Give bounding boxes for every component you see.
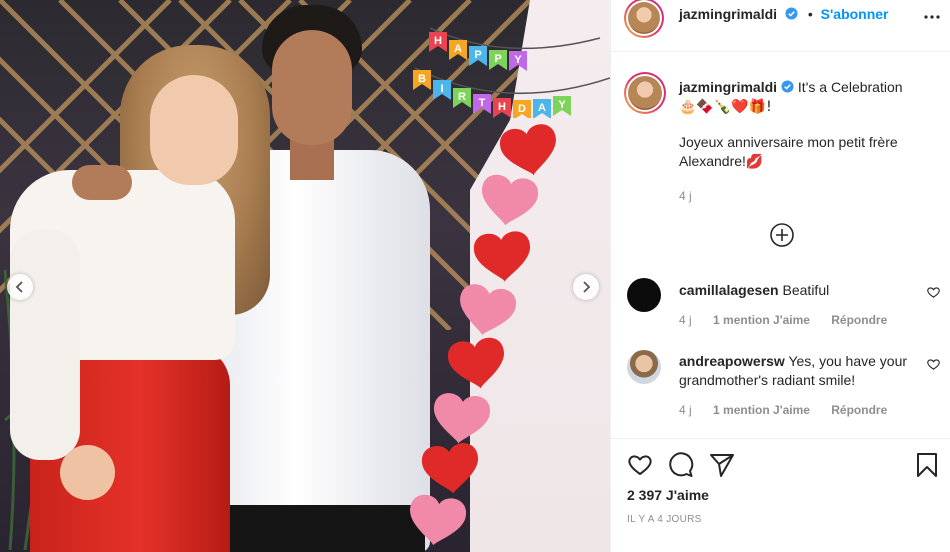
reply-button[interactable]: Répondre: [831, 313, 887, 327]
chevron-left-icon: [15, 281, 23, 293]
banner-letter: Y: [558, 99, 566, 111]
header-user: jazmingrimaldi • S'abonner: [679, 6, 889, 22]
chevron-right-icon: [583, 281, 591, 293]
verified-badge-icon: [785, 7, 798, 20]
previous-photo-button[interactable]: [7, 274, 33, 300]
banner-flag: P: [489, 50, 507, 70]
banner-letter: Y: [514, 54, 522, 66]
banner-flag: R: [453, 88, 471, 108]
banner-flag: H: [429, 32, 447, 52]
comment-text: andreapowersw Yes, you have your grandmo…: [679, 352, 915, 390]
banner-letter: A: [454, 43, 462, 55]
banner-letter: R: [458, 91, 466, 103]
post-photo: HAPPYBIRTHDAY: [0, 0, 610, 552]
banner-letter: H: [434, 35, 442, 47]
comment-username[interactable]: camillalagesen: [679, 282, 779, 298]
reply-button[interactable]: Répondre: [831, 403, 887, 417]
banner-flag: Y: [509, 51, 527, 71]
banner-flag: P: [469, 46, 487, 66]
avatar[interactable]: [628, 2, 660, 34]
comment-time[interactable]: 4 j: [679, 313, 692, 327]
banner-letter: P: [494, 53, 501, 65]
banner-letter: B: [418, 73, 426, 85]
verified-badge-icon: [781, 80, 794, 93]
happy-birthday-banner: HA P P YBIR T H D A Y: [413, 27, 610, 118]
story-ring[interactable]: [624, 0, 664, 38]
comment-body: Beatiful: [782, 282, 830, 298]
post-date[interactable]: IL Y A 4 JOURS: [627, 514, 702, 525]
comment-time[interactable]: 4 j: [679, 403, 692, 417]
more-options-icon[interactable]: [923, 8, 941, 26]
hearts-border: [410, 121, 562, 550]
header-username[interactable]: jazmingrimaldi: [679, 6, 777, 22]
man-pants: [210, 505, 425, 552]
comment-meta: 4 j 1 mention J'aime Répondre: [679, 403, 905, 417]
comment-avatar[interactable]: [627, 278, 661, 312]
banner-letter: P: [474, 49, 481, 61]
comment-username[interactable]: andreapowersw: [679, 353, 785, 369]
banner-flag: Y: [553, 96, 571, 116]
comment-meta: 4 j 1 mention J'aime Répondre: [679, 313, 905, 327]
action-bar: 2 397 J'aime IL Y A 4 JOURS: [611, 438, 950, 552]
banner-letter: H: [498, 101, 506, 113]
heart-icon[interactable]: [927, 286, 940, 299]
post-header: jazmingrimaldi • S'abonner: [611, 0, 950, 52]
caption-time[interactable]: 4 j: [679, 187, 939, 206]
banner-letter: A: [538, 102, 546, 114]
woman-face: [150, 75, 238, 185]
post-sidebar: jazmingrimaldi • S'abonner jazmingrimald…: [610, 0, 950, 552]
separator-dot: •: [807, 6, 813, 22]
banner-flag: H: [493, 98, 511, 118]
man-hand: [72, 165, 132, 200]
woman-hand: [60, 445, 115, 500]
caption-line1: It's a Celebration: [797, 79, 903, 95]
bookmark-icon[interactable]: [914, 452, 940, 478]
caption-story-ring[interactable]: [624, 72, 666, 114]
caption-avatar[interactable]: [628, 76, 662, 110]
banner-flag: D: [513, 100, 531, 118]
caption-emojis: 🎂🍫🍾❤️🎁!: [679, 99, 772, 115]
banner-flag: A: [533, 99, 551, 118]
load-more-comments-icon[interactable]: [769, 222, 795, 248]
caption-line2: Joyeux anniversaire mon petit frère Alex…: [679, 134, 898, 169]
comment-likes[interactable]: 1 mention J'aime: [713, 403, 810, 417]
caption-text: jazmingrimaldi It's a Celebration 🎂🍫🍾❤️🎁…: [679, 78, 939, 222]
likes-count[interactable]: 2 397 J'aime: [627, 487, 709, 503]
share-paper-plane-icon[interactable]: [709, 452, 735, 478]
follow-button[interactable]: S'abonner: [821, 6, 889, 22]
woman-arm: [10, 230, 80, 460]
comment-likes[interactable]: 1 mention J'aime: [713, 313, 810, 327]
next-photo-button[interactable]: [573, 274, 599, 300]
banner-letter: T: [479, 97, 486, 109]
comment-bubble-icon[interactable]: [668, 452, 694, 478]
like-heart-icon[interactable]: [627, 452, 653, 478]
banner-letter: I: [440, 83, 443, 95]
banner-letter: D: [518, 103, 526, 115]
man-face: [272, 30, 352, 145]
banner-flag: T: [473, 94, 491, 114]
comment-text: camillalagesen Beatiful: [679, 281, 915, 300]
comment-avatar[interactable]: [627, 350, 661, 384]
banner-flag: I: [433, 80, 451, 100]
heart-icon[interactable]: [927, 358, 940, 371]
banner-flag: B: [413, 70, 431, 90]
banner-flag: A: [449, 40, 467, 60]
caption-username[interactable]: jazmingrimaldi: [679, 79, 777, 95]
